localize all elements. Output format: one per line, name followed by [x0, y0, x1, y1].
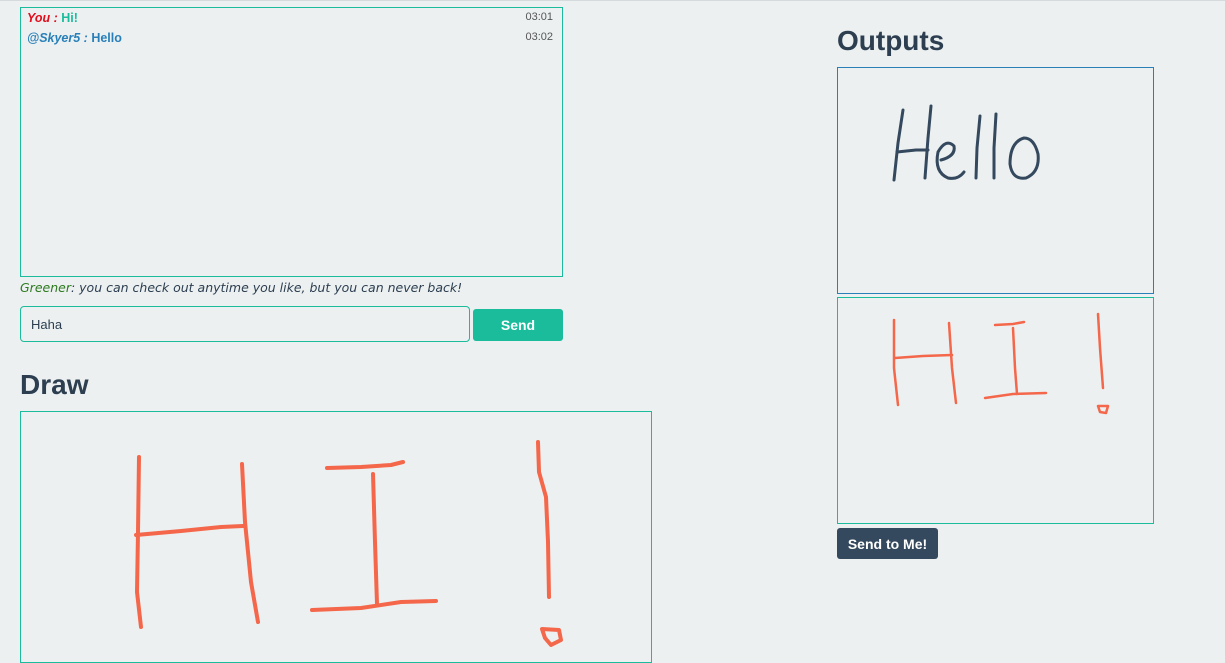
chat-log: You : Hi! 03:01 @Skyer5 : Hello 03:02	[20, 7, 563, 277]
output-canvas-hello	[837, 67, 1154, 294]
message-sender: @Skyer5	[27, 31, 81, 45]
chat-message: You : Hi! 03:01	[27, 11, 557, 25]
message-text: Hi!	[61, 11, 78, 25]
message-sender: You	[27, 11, 51, 25]
outputs-heading: Outputs	[837, 25, 945, 56]
message-separator: :	[50, 11, 62, 25]
send-button[interactable]: Send	[473, 309, 563, 341]
message-separator: :	[80, 31, 92, 45]
draw-canvas[interactable]	[20, 411, 652, 663]
output-canvas-hi	[837, 297, 1154, 524]
message-time: 03:01	[525, 11, 553, 23]
drawing-hello	[892, 104, 1040, 182]
send-to-me-button[interactable]: Send to Me!	[837, 528, 938, 559]
drawing-hi-output	[892, 312, 1110, 415]
message-text: Hello	[91, 31, 122, 45]
chat-input[interactable]	[20, 306, 470, 342]
status-text: : you can check out anytime you like, bu…	[70, 280, 463, 295]
draw-heading: Draw	[20, 369, 89, 400]
message-time: 03:02	[525, 31, 553, 43]
status-message: Greener: you can check out anytime you l…	[20, 280, 462, 295]
chat-message: @Skyer5 : Hello 03:02	[27, 31, 557, 45]
status-user: Greener	[20, 280, 71, 295]
drawing-hi	[134, 440, 563, 647]
